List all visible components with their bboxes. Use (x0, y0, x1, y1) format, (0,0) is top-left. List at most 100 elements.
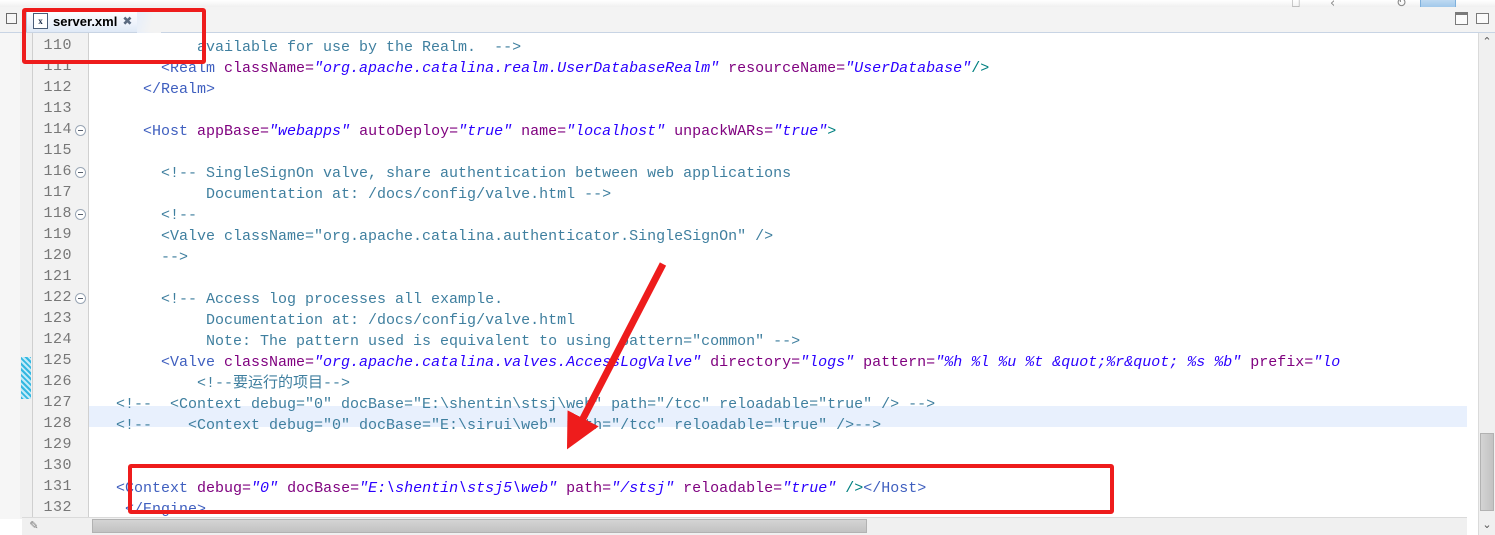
code-line: --> (89, 247, 188, 268)
code-token: path= (557, 480, 612, 497)
annotation-rail[interactable] (0, 33, 21, 519)
editor-tab-server-xml[interactable]: x server.xml ✖ (26, 9, 162, 33)
scroll-up-icon[interactable]: ⌃ (1479, 33, 1495, 50)
code-line: <Context debug="0" docBase="E:\shentin\s… (89, 478, 926, 499)
fold-collapse-icon[interactable] (75, 209, 86, 220)
code-token: Documentation at: /docs/config/valve.htm… (89, 312, 576, 329)
code-token: "logs" (800, 354, 855, 371)
line-number: 120 (43, 247, 72, 264)
code-line: <!-- <Context debug="0" docBase="E:\siru… (89, 415, 881, 436)
code-token: debug= (197, 480, 252, 497)
code-token: available for use by the Realm. --> (89, 39, 522, 56)
code-token: </Host> (863, 480, 927, 497)
code-token: "true" (773, 123, 828, 140)
line-number: 131 (43, 478, 72, 495)
code-token: Note: The pattern used is equivalent to … (89, 333, 801, 350)
line-number: 123 (43, 310, 72, 327)
code-token: <Realm (89, 60, 225, 77)
quick-diff-change-marker (21, 357, 31, 399)
code-token: "true" (782, 480, 837, 497)
code-token: "true" (458, 123, 513, 140)
code-line: <Realm className="org.apache.catalina.re… (89, 58, 989, 79)
code-token: <!-- SingleSignOn valve, share authentic… (89, 165, 792, 182)
code-line: <Valve className="org.apache.catalina.au… (89, 226, 773, 247)
line-number: 127 (43, 394, 72, 411)
line-number: 117 (43, 184, 72, 201)
code-token: <!-- (89, 207, 198, 224)
line-number: 128 (43, 415, 72, 432)
code-token: "/stsj" (611, 480, 675, 497)
line-number: 130 (43, 457, 72, 474)
code-line: <!-- <Context debug="0" docBase="E:\shen… (89, 394, 935, 415)
code-token: Documentation at: /docs/config/valve.htm… (89, 186, 612, 203)
code-token: prefix= (1241, 354, 1314, 371)
code-token: directory= (701, 354, 801, 371)
fold-collapse-icon[interactable] (75, 293, 86, 304)
editor-tab-label: server.xml (53, 13, 118, 29)
code-line: <!-- SingleSignOn valve, share authentic… (89, 163, 791, 184)
line-number: 129 (43, 436, 72, 453)
code-token: reloadable= (674, 480, 783, 497)
code-token: <!-- Access log processes all example. (89, 291, 504, 308)
code-token: name= (512, 123, 567, 140)
code-token: className= (224, 60, 315, 77)
code-token: appBase= (197, 123, 270, 140)
close-icon[interactable]: ✖ (122, 15, 132, 27)
code-token: <Host (89, 123, 198, 140)
code-line: available for use by the Realm. --> (89, 37, 521, 58)
eclipse-xml-editor-window: ⎕ ‹ ↻ x server.xml ✖ 110 111 112 113 114 115 1… (0, 0, 1495, 535)
code-token: --> (89, 249, 189, 266)
line-number: 115 (43, 142, 72, 159)
code-token: "0" (251, 480, 279, 497)
code-line: </Realm> (89, 79, 215, 100)
pen-icon: ✎ (29, 519, 39, 532)
line-number: 132 (43, 499, 72, 516)
code-line: Note: The pattern used is equivalent to … (89, 331, 800, 352)
line-number: 116 (43, 163, 72, 180)
maximize-view-icon[interactable] (1476, 13, 1489, 24)
line-number: 121 (43, 268, 72, 285)
code-token: className= (224, 354, 315, 371)
horizontal-scrollbar[interactable]: ✎ (22, 517, 1467, 535)
source-editor[interactable]: 110 111 112 113 114 115 116 117 118 119 120 121 122 1… (0, 33, 1495, 535)
fold-collapse-icon[interactable] (75, 125, 86, 136)
code-token: /> (971, 60, 990, 77)
line-number: 114 (43, 121, 72, 138)
editor-tab-bar: x server.xml ✖ (0, 7, 1495, 33)
code-token: "%h %l %u %t &quot;%r&quot; %s %b" (935, 354, 1242, 371)
code-line: <Valve className="org.apache.catalina.va… (89, 352, 1340, 373)
code-text-area[interactable]: available for use by the Realm. --> <Rea… (89, 33, 1467, 519)
code-token: "lo (1313, 354, 1341, 371)
code-token: autoDeploy= (350, 123, 459, 140)
fold-collapse-icon[interactable] (75, 167, 86, 178)
minimize-icon[interactable] (6, 13, 17, 24)
code-token: <Valve (89, 354, 225, 371)
code-line: <!-- (89, 205, 197, 226)
code-token: pattern= (854, 354, 936, 371)
line-number: 118 (43, 205, 72, 222)
code-token: "org.apache.catalina.valves.AccessLogVal… (314, 354, 702, 371)
scroll-down-icon[interactable]: ⌄ (1479, 516, 1495, 533)
code-token: /> (836, 480, 864, 497)
code-line: <!-- Access log processes all example. (89, 289, 503, 310)
xml-file-icon: x (33, 13, 48, 29)
code-token: "UserDatabase" (845, 60, 972, 77)
code-line: <Host appBase="webapps" autoDeploy="true… (89, 121, 836, 142)
line-number: 119 (43, 226, 72, 243)
vertical-scrollbar-thumb[interactable] (1480, 433, 1494, 511)
line-number: 113 (43, 100, 72, 117)
line-number: 125 (43, 352, 72, 369)
code-line: Documentation at: /docs/config/valve.htm… (89, 310, 575, 331)
code-token: docBase= (278, 480, 360, 497)
code-token: <!-- <Context debug="0" docBase="E:\shen… (89, 396, 936, 413)
horizontal-scrollbar-thumb[interactable] (92, 519, 867, 533)
quick-diff-marker-bar[interactable] (20, 33, 33, 519)
code-token: "E:\shentin\stsj5\web" (359, 480, 558, 497)
code-token: resourceName= (719, 60, 846, 77)
code-line: <!--要运行的项目--> (89, 373, 350, 394)
line-number: 112 (43, 79, 72, 96)
minimize-view-icon[interactable] (1455, 12, 1468, 25)
code-token: <!-- <Context debug="0" docBase="E:\siru… (89, 417, 882, 434)
vertical-scrollbar[interactable]: ⌃ ⌄ (1478, 33, 1495, 535)
line-number-gutter: 110 111 112 113 114 115 116 117 118 119 120 121 122 1… (33, 33, 89, 519)
